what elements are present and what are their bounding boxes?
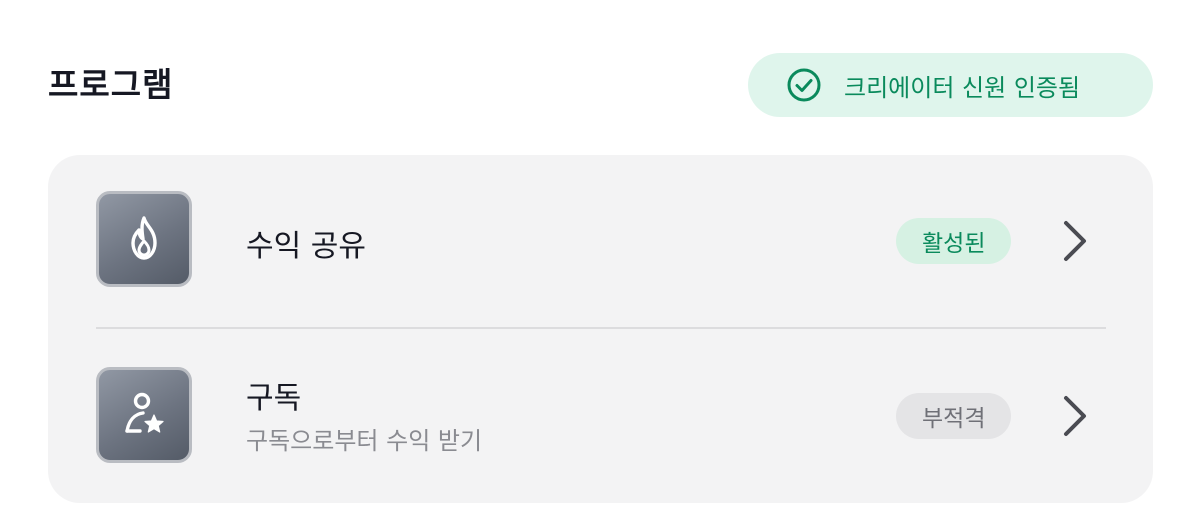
program-title: 구독 (246, 381, 302, 416)
program-row-subscription[interactable]: 구독 구독으로부터 수익 받기 부적격 (48, 327, 1153, 503)
verified-badge-text: 크리에이터 신원 인증됨 (844, 73, 1081, 102)
status-badge: 부적격 (896, 393, 1012, 439)
status-badge: 활성된 (896, 218, 1012, 264)
section-title: 프로그램 (48, 65, 174, 104)
programs-card: 수익 공유 활성된 구독 구독으로부터 수익 받기 부적격 (48, 155, 1153, 503)
program-icon-tile (96, 367, 192, 463)
flame-icon (131, 216, 157, 260)
program-row-revenue-sharing[interactable]: 수익 공유 활성된 (48, 155, 1153, 327)
program-subtitle: 구독으로부터 수익 받기 (246, 427, 483, 455)
creator-verified-badge[interactable]: 크리에이터 신원 인증됨 (748, 53, 1153, 117)
program-icon-tile (96, 191, 192, 287)
person-star-icon (125, 392, 164, 433)
program-title: 수익 공유 (246, 229, 366, 264)
chevron-right-icon[interactable] (1060, 219, 1090, 263)
check-circle-icon (787, 68, 821, 102)
chevron-right-icon[interactable] (1060, 394, 1090, 438)
